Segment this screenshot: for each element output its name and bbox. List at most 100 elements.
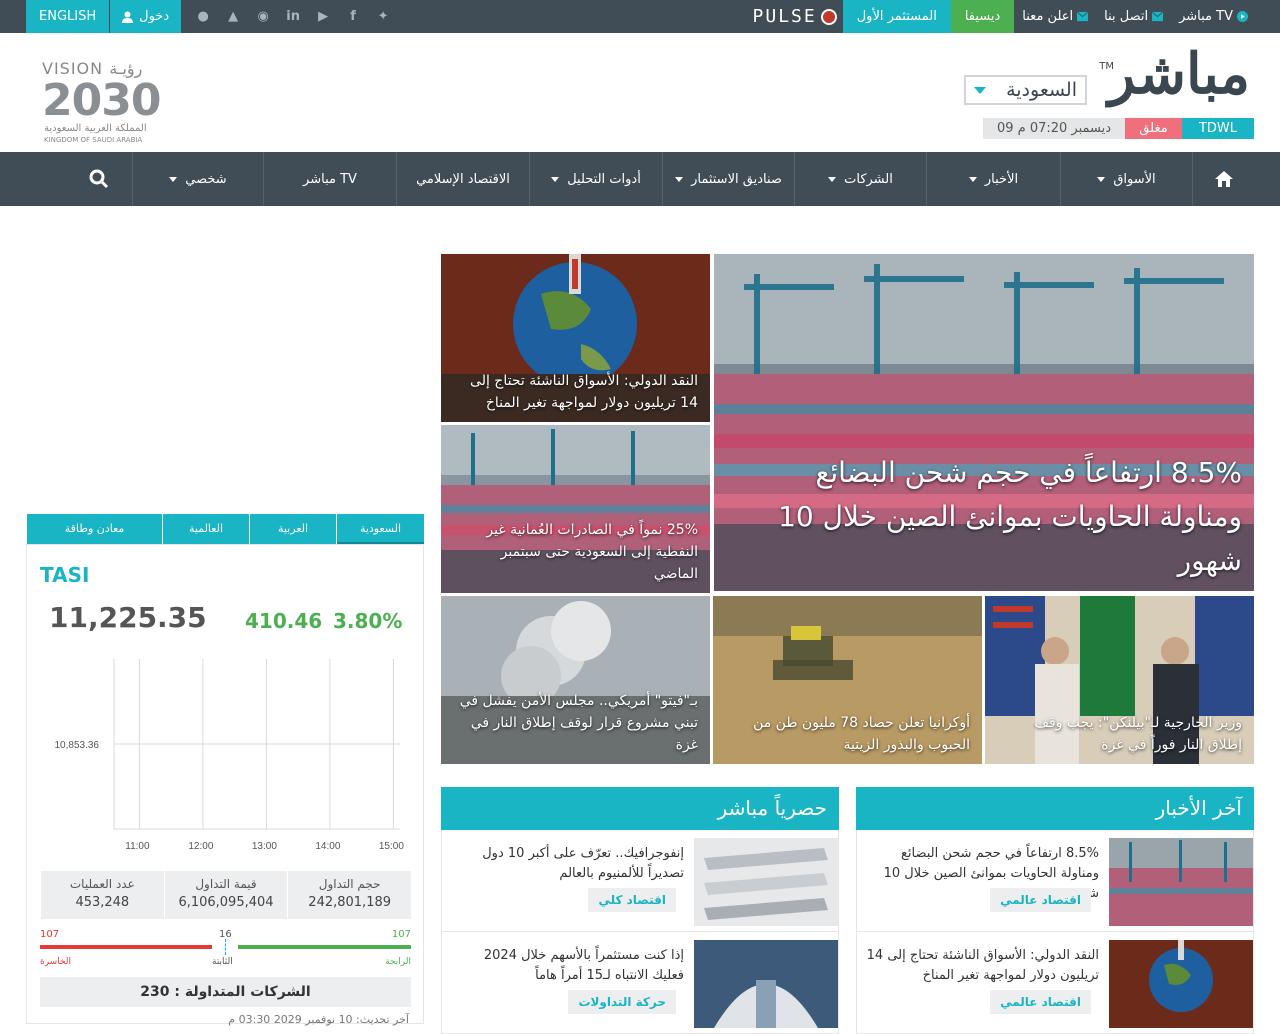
x-tick-label: 11:00 (125, 841, 150, 852)
nav-islamic-economy[interactable]: الاقتصاد الإسلامي (396, 152, 529, 206)
chevron-down-icon (968, 176, 977, 182)
exclusive-news-title[interactable]: حصرياً مباشر (441, 787, 839, 830)
list-item[interactable]: إذا كنت مستثمراً بالأسهم خلال 2024 فعليك… (441, 932, 839, 1034)
vision-line3: المملكة العربية السعودية (44, 123, 147, 134)
chevron-down-icon (169, 176, 178, 182)
stat-volume: حجم التداول 242,801,189 (287, 871, 411, 919)
list-item[interactable]: إنفوجرافيك.. تعرّف على أكبر 10 دول تصدير… (441, 830, 839, 932)
apple-icon[interactable]: ● (195, 9, 211, 24)
latest-news: آخر الأخبار 8.5% ارتفاعاً في حجم شحن الب… (856, 787, 1254, 1034)
x-tick-label: 15:00 (379, 841, 404, 852)
index-value: 11,225.35 (49, 601, 207, 634)
chart-grid (113, 659, 400, 830)
news-thumbnail (694, 838, 838, 926)
vision-2030-logo: VISION رؤيـة 2030 المملكة العربية السعود… (42, 59, 172, 147)
search-button[interactable] (66, 152, 132, 206)
category-badge[interactable]: اقتصاد عالمي (990, 888, 1091, 912)
tab-arab[interactable]: العربية (249, 514, 336, 544)
stat-value-value: 6,106,095,404 (178, 895, 274, 910)
contact-link[interactable]: اتصل بنا (1096, 0, 1171, 33)
country-value: السعودية (1006, 79, 1077, 101)
story-ukraine-harvest[interactable]: أوكرانيا تعلن حصاد 78 مليون طن من الحبوب… (713, 596, 982, 764)
story-foreign-minister-title: وزير الخارجية لـ"بيلنكن": يجب وقف إطلاق … (1034, 715, 1242, 753)
disifa-link[interactable]: ديسيفا (950, 0, 1015, 33)
nav-mubasher-tv[interactable]: مباشر TV (263, 152, 396, 206)
news-title: إذا كنت مستثمراً بالأسهم خلال 2024 فعليك… (483, 948, 684, 983)
nav-personal-label: شخصي (185, 171, 227, 187)
tdwl-badge: TDWL (1182, 118, 1254, 139)
traded-companies[interactable]: الشركات المتداولة : 230 (40, 977, 411, 1007)
rss-icon[interactable]: ◉ (255, 9, 271, 24)
tab-metals-energy[interactable]: معادن وطاقة (26, 514, 162, 544)
stat-volume-value: 242,801,189 (308, 895, 392, 910)
latest-news-title[interactable]: آخر الأخبار (856, 787, 1254, 830)
story-foreign-minister[interactable]: وزير الخارجية لـ"بيلنكن": يجب وقف إطلاق … (985, 596, 1254, 764)
losers-label: الخاسرة (40, 957, 72, 967)
list-item[interactable]: 8.5% ارتفاعاً في حجم شحن البضائع ومناولة… (856, 830, 1254, 932)
story-oman-exports[interactable]: 25% نمواً في الصادرات العُمانية غير النف… (441, 425, 710, 593)
nav-companies[interactable]: الشركات (794, 152, 926, 206)
exclusive-news: حصرياً مباشر إنفوجرافيك.. تعرّف على أكبر… (441, 787, 839, 1034)
pulse-logo[interactable]: PULSE (747, 6, 843, 27)
status-datetime: 09 ديسمبر 07:20 م (983, 118, 1125, 139)
first-investor-link[interactable]: المستثمر الأول (842, 0, 951, 33)
list-item[interactable]: النقد الدولي: الأسواق الناشئة تحتاج إلى … (856, 932, 1254, 1034)
losers-count: 107 (40, 929, 60, 940)
nav-markets-label: الأسواق (1113, 171, 1156, 187)
news-thumbnail (1109, 940, 1253, 1028)
nav-companies-label: الشركات (844, 171, 893, 187)
first-investor-label: المستثمر الأول (856, 9, 937, 24)
y-tick-label: 10,853.36 (55, 740, 100, 751)
nav-news[interactable]: الأخبار (926, 152, 1060, 206)
index-name[interactable]: TASI (40, 563, 89, 587)
category-badge[interactable]: اقتصاد كلي (588, 888, 676, 912)
nav-analysis-tools[interactable]: أدوات التحليل (529, 152, 662, 206)
stat-trades-value: 453,248 (75, 895, 130, 910)
mubasher-logo[interactable]: مباشر (1108, 41, 1252, 107)
category-badge[interactable]: حركة التداولات (568, 990, 676, 1014)
news-thumbnail (694, 940, 838, 1028)
disifa-label: ديسيفا (964, 9, 1001, 24)
tab-global[interactable]: العالمية (162, 514, 249, 544)
nav-news-label: الأخبار (984, 171, 1019, 187)
english-link[interactable]: ENGLISH (26, 0, 110, 33)
tab-saudi[interactable]: السعودية (336, 514, 424, 544)
losers-bar (40, 945, 212, 949)
login-button[interactable]: دخول (110, 0, 182, 33)
twitter-icon[interactable]: ✦ (375, 9, 391, 24)
gainers-count: 107 (391, 929, 411, 940)
category-badge[interactable]: اقتصاد عالمي (990, 990, 1091, 1014)
site-header: مباشر TM السعودية 09 ديسمبر 07:20 م مغلق… (0, 33, 1280, 152)
nav-personal[interactable]: شخصي (132, 152, 263, 206)
pulse-label: PULSE (752, 6, 817, 27)
facebook-icon[interactable]: f (345, 9, 361, 24)
stat-volume-label: حجم التداول (318, 877, 381, 891)
story-security-council-title: بـ"فيتو" أمريكي.. مجلس الأمن يفشل في تبن… (459, 693, 698, 753)
x-tick-label: 12:00 (188, 841, 213, 852)
country-select[interactable]: السعودية (964, 75, 1087, 105)
youtube-icon[interactable]: ▶ (315, 9, 331, 24)
android-icon[interactable]: ▲ (225, 9, 241, 24)
story-imf-climate[interactable]: النقد الدولي: الأسواق الناشئة تحتاج إلى … (441, 254, 710, 422)
nav-markets[interactable]: الأسواق (1060, 152, 1192, 206)
gainers-label: الرابحة (385, 957, 411, 967)
stat-trades: عدد العمليات 453,248 (39, 871, 164, 919)
mubasher-tv-link[interactable]: مباشر TV (1171, 0, 1256, 33)
main-story-title: 8.5% ارتفاعاً في حجم شحن البضائع ومناولة… (778, 456, 1242, 577)
user-icon (122, 11, 134, 23)
main-nav: الأسواق الأخبار الشركات صناديق الاستثمار… (0, 152, 1280, 206)
home-button[interactable] (1192, 152, 1254, 206)
advertise-link[interactable]: اعلن معنا (1014, 0, 1096, 33)
stat-value-label: قيمة التداول (195, 877, 257, 891)
advertise-label: اعلن معنا (1022, 9, 1074, 24)
nav-funds[interactable]: صناديق الاستثمار (662, 152, 794, 206)
chevron-down-icon (551, 176, 560, 182)
story-oman-exports-title: 25% نمواً في الصادرات العُمانية غير النف… (486, 522, 698, 582)
vision-line2: 2030 (42, 75, 161, 126)
chevron-down-icon (675, 176, 684, 182)
main-story[interactable]: 8.5% ارتفاعاً في حجم شحن البضائع ومناولة… (714, 254, 1254, 591)
news-title: إنفوجرافيك.. تعرّف على أكبر 10 دول تصدير… (482, 846, 684, 881)
story-security-council[interactable]: بـ"فيتو" أمريكي.. مجلس الأمن يفشل في تبن… (441, 596, 710, 764)
linkedin-icon[interactable]: in (285, 9, 301, 24)
breadth-bars: 107 16 107 الخاسرة الثابتة الرابحة (40, 929, 411, 969)
